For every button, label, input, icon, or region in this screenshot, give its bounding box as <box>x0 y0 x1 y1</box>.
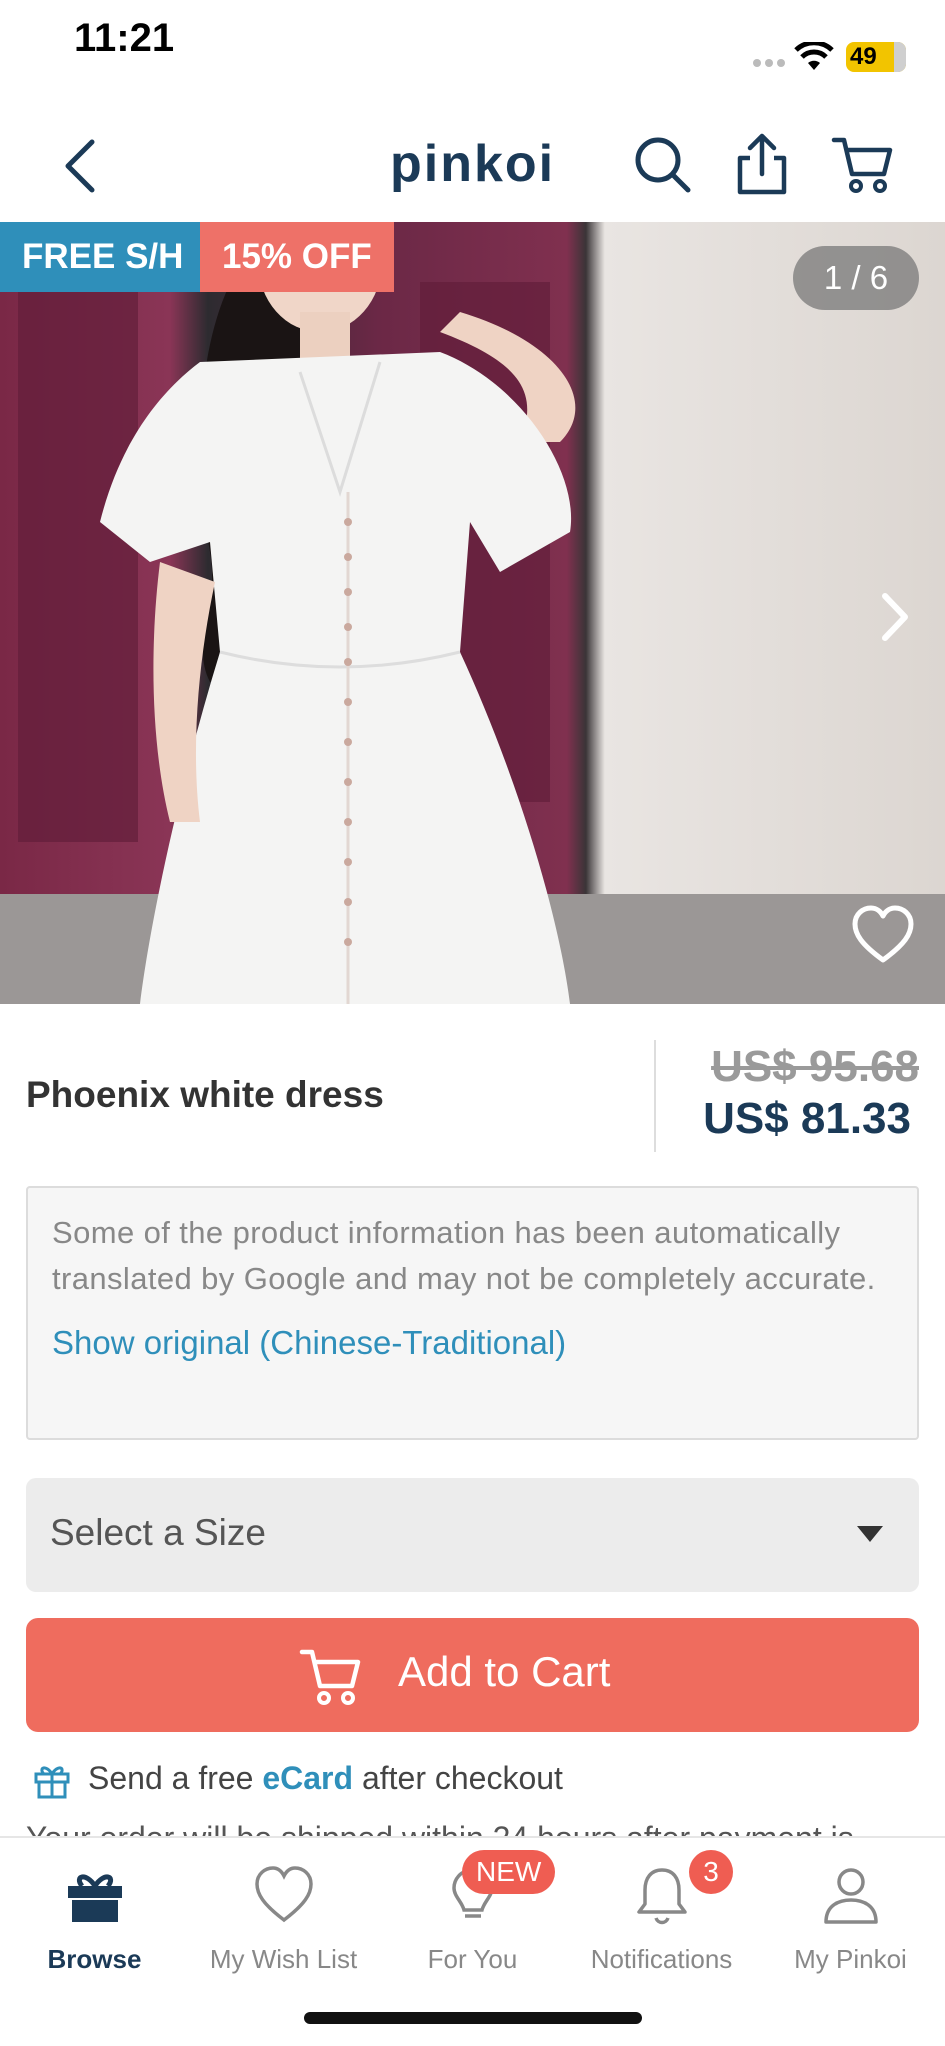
wifi-icon <box>794 42 834 70</box>
product-image-gallery[interactable]: FREE S/H 15% OFF 1 / 6 <box>0 222 945 1004</box>
search-icon[interactable] <box>630 132 694 196</box>
model-in-dress-image <box>100 222 576 1004</box>
add-to-cart-button[interactable]: Add to Cart <box>26 1618 919 1732</box>
size-select-placeholder: Select a Size <box>50 1512 266 1553</box>
home-indicator[interactable] <box>304 2012 642 2024</box>
pinkoi-logo[interactable]: pinkoi <box>390 134 555 194</box>
tab-label: My Pinkoi <box>794 1944 907 1974</box>
cart-icon <box>299 1649 361 1705</box>
tab-label: For You <box>427 1944 518 1974</box>
share-icon[interactable] <box>730 132 794 196</box>
signal-icon <box>753 59 785 67</box>
show-original-link[interactable]: Show original (Chinese-Traditional) <box>52 1324 566 1362</box>
original-price: US$ 95.68 <box>711 1042 919 1091</box>
chevron-right-icon[interactable] <box>873 582 919 652</box>
ecard-suffix: after checkout <box>353 1760 563 1796</box>
gift-box-icon <box>68 1874 122 1922</box>
add-to-cart-label: Add to Cart <box>398 1648 611 1695</box>
translation-notice-text: Some of the product information has been… <box>52 1215 876 1296</box>
divider <box>654 1040 656 1152</box>
discount-badge: 15% OFF <box>200 222 394 292</box>
ecard-prefix: Send a free <box>88 1760 263 1796</box>
heart-icon <box>255 1866 313 1923</box>
product-title: Phoenix white dress <box>26 1074 384 1115</box>
user-icon <box>824 1868 878 1924</box>
battery-indicator: 49 <box>846 42 906 72</box>
free-shipping-badge: FREE S/H <box>0 222 206 292</box>
cart-icon[interactable] <box>830 132 894 196</box>
ecard-link[interactable]: eCard <box>262 1760 353 1796</box>
tab-label: Browse <box>47 1944 142 1974</box>
tab-label: My Wish List <box>209 1944 358 1974</box>
battery-level: 49 <box>850 43 877 70</box>
status-time: 11:21 <box>74 16 175 60</box>
back-icon[interactable] <box>54 136 104 196</box>
tab-my-pinkoi[interactable]: My Pinkoi <box>756 1856 945 1974</box>
heart-icon[interactable] <box>851 904 915 964</box>
ecard-promo: Send a free eCard after checkout <box>30 1756 930 1806</box>
ecard-text: Send a free eCard after checkout <box>88 1760 563 1797</box>
tab-label: Notifications <box>590 1944 733 1974</box>
caret-down-icon <box>857 1526 883 1542</box>
status-bar: 11:21 49 <box>0 0 945 100</box>
gift-icon <box>34 1766 70 1799</box>
product-summary: Phoenix white dress US$ 95.68 US$ 81.33 <box>0 1004 945 1184</box>
size-select[interactable]: Select a Size <box>26 1478 919 1592</box>
app-header: pinkoi <box>0 110 945 222</box>
bell-icon <box>637 1868 687 1925</box>
translation-notice: Some of the product information has been… <box>26 1186 919 1440</box>
notification-count-badge: 3 <box>689 1850 733 1894</box>
image-counter: 1 / 6 <box>793 246 919 310</box>
tab-browse[interactable]: Browse <box>0 1856 189 1974</box>
tab-wish-list[interactable]: My Wish List <box>189 1856 378 1974</box>
sale-price: US$ 81.33 <box>703 1094 911 1143</box>
new-badge: NEW <box>462 1850 556 1894</box>
